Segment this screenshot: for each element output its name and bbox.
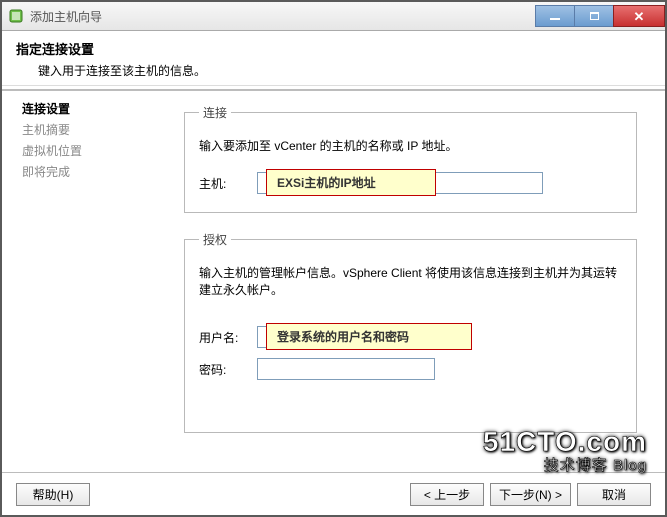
auth-callout: 登录系统的用户名和密码 — [266, 323, 472, 350]
password-input[interactable] — [257, 358, 435, 380]
maximize-button[interactable] — [574, 5, 614, 27]
window-frame: 添加主机向导 ✕ 指定连接设置 键入用于连接至该主机的信息。 连接设置 主机摘要… — [0, 0, 667, 517]
auth-desc: 输入主机的管理帐户信息。vSphere Client 将使用该信息连接到主机并为… — [199, 264, 622, 298]
connection-desc: 输入要添加至 vCenter 的主机的名称或 IP 地址。 — [199, 137, 622, 154]
wizard-content: 连接 输入要添加至 vCenter 的主机的名称或 IP 地址。 主机: EXS… — [174, 86, 665, 473]
step-finish[interactable]: 即将完成 — [22, 161, 174, 182]
window-title: 添加主机向导 — [30, 8, 102, 25]
wizard-body: 连接设置 主机摘要 虚拟机位置 即将完成 连接 输入要添加至 vCenter 的… — [2, 85, 665, 473]
host-callout: EXSi主机的IP地址 — [266, 169, 436, 196]
auth-legend: 授权 — [199, 231, 231, 248]
step-connection[interactable]: 连接设置 — [22, 98, 174, 119]
titlebar: 添加主机向导 ✕ — [2, 2, 665, 31]
username-label: 用户名: — [199, 329, 257, 346]
help-button[interactable]: 帮助(H) — [16, 483, 90, 506]
connection-legend: 连接 — [199, 104, 231, 121]
connection-group: 连接 输入要添加至 vCenter 的主机的名称或 IP 地址。 主机: EXS… — [184, 104, 637, 213]
minimize-button[interactable] — [535, 5, 575, 27]
back-button[interactable]: < 上一步 — [410, 483, 484, 506]
close-button[interactable]: ✕ — [613, 5, 665, 27]
page-title: 指定连接设置 — [16, 39, 651, 58]
auth-group: 授权 输入主机的管理帐户信息。vSphere Client 将使用该信息连接到主… — [184, 231, 637, 433]
step-vm-location[interactable]: 虚拟机位置 — [22, 140, 174, 161]
app-icon — [8, 8, 24, 24]
wizard-header: 指定连接设置 键入用于连接至该主机的信息。 — [2, 31, 665, 91]
page-subtitle: 键入用于连接至该主机的信息。 — [38, 62, 651, 79]
wizard-footer: 帮助(H) < 上一步 下一步(N) > 取消 — [2, 472, 665, 515]
host-label: 主机: — [199, 175, 257, 192]
window-controls: ✕ — [536, 5, 665, 27]
next-button[interactable]: 下一步(N) > — [490, 483, 571, 506]
step-summary[interactable]: 主机摘要 — [22, 119, 174, 140]
password-label: 密码: — [199, 361, 257, 378]
cancel-button[interactable]: 取消 — [577, 483, 651, 506]
nav-buttons: < 上一步 下一步(N) > 取消 — [410, 483, 651, 506]
wizard-steps: 连接设置 主机摘要 虚拟机位置 即将完成 — [2, 86, 174, 473]
